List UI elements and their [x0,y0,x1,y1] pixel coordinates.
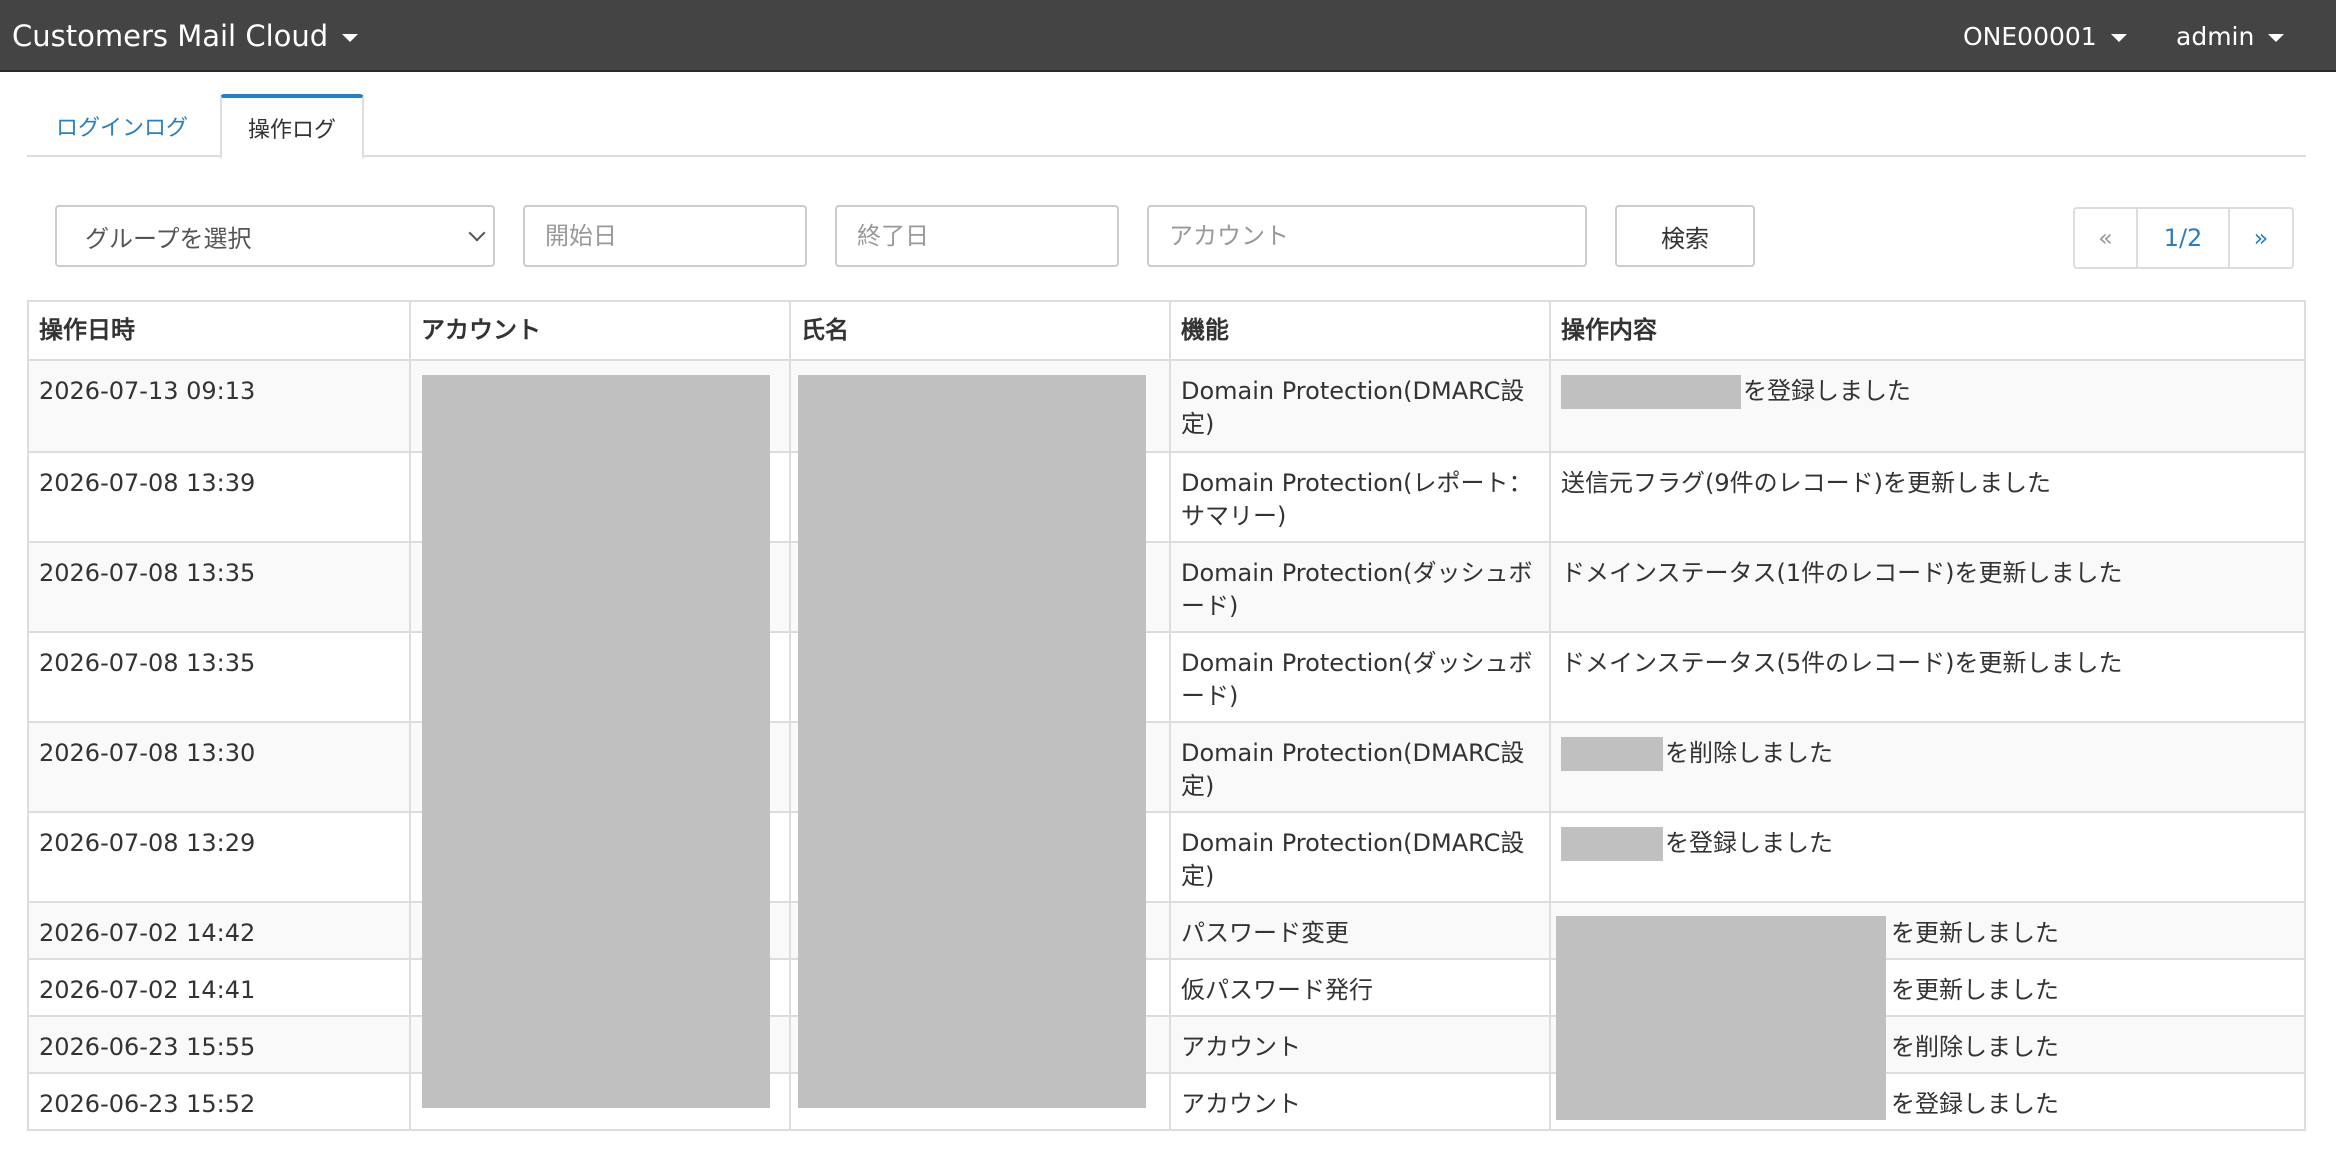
redacted-block [1561,375,1741,409]
cell-datetime: 2026-07-08 13:29 [39,829,256,857]
redacted-name-column [798,375,1146,1108]
tenant-label: ONE00001 [1963,21,2097,51]
header-datetime: 操作日時 [39,316,135,344]
start-date-input[interactable] [523,205,807,267]
tab-login-log[interactable]: ログインログ [27,94,217,157]
cell-datetime: 2026-07-02 14:41 [39,976,256,1004]
chevron-down-icon [2268,34,2285,42]
redacted-content-block [1556,916,1886,1120]
group-select-label: グループを選択 [85,224,252,253]
header-function: 機能 [1169,302,1549,359]
cell-datetime: 2026-07-13 09:13 [39,377,256,405]
log-tabs: ログインログ 操作ログ [27,94,2306,159]
brand-name: Customers Mail Cloud [12,19,329,53]
prev-page-button[interactable]: « [2075,209,2138,267]
header-account: アカウント [409,302,789,359]
cell-content: ドメインステータス(1件のレコード)を更新しました [1549,543,2304,631]
cell-content: を登録しました [1549,361,2304,451]
content-text: を更新しました [1891,919,2059,947]
table-row[interactable]: 2026-07-08 13:30 Domain Protection(DMARC… [29,721,2304,811]
end-date-input[interactable] [835,205,1119,267]
cell-content: を登録しました [1549,813,2304,901]
redacted-account-column [422,375,770,1108]
current-page[interactable]: 1/2 [2138,209,2230,267]
content-text: を更新しました [1891,976,2059,1004]
content-text: を登録しました [1743,377,1911,405]
cell-function: Domain Protection(ダッシュボード) [1169,633,1549,721]
cell-function: Domain Protection(DMARC設定) [1169,361,1549,451]
cell-datetime: 2026-07-08 13:30 [39,739,256,767]
cell-function: Domain Protection(DMARC設定) [1169,723,1549,811]
cell-content: 送信元フラグ(9件のレコード)を更新しました [1549,453,2304,541]
cell-datetime: 2026-06-23 15:52 [39,1090,256,1118]
cell-function: アカウント [1169,1074,1549,1129]
cell-content: ドメインステータス(5件のレコード)を更新しました [1549,633,2304,721]
table-row[interactable]: 2026-07-02 14:41 仮パスワード発行 を更新しました [29,958,2304,1015]
cell-content: を削除しました [1549,723,2304,811]
table-header: 操作日時 アカウント 氏名 機能 操作内容 [29,302,2304,361]
table-row[interactable]: 2026-07-02 14:42 パスワード変更 を更新しました [29,901,2304,958]
pagination: « 1/2 » [2073,207,2294,269]
cell-datetime: 2026-07-08 13:35 [39,559,256,587]
cell-function: Domain Protection(DMARC設定) [1169,813,1549,901]
table-row[interactable]: 2026-07-08 13:29 Domain Protection(DMARC… [29,811,2304,901]
cell-datetime: 2026-07-08 13:35 [39,649,256,677]
table-row[interactable]: 2026-07-08 13:39 Domain Protection(レポート：… [29,451,2304,541]
operation-log-table: 操作日時 アカウント 氏名 機能 操作内容 2026-07-13 09:13 D… [27,300,2306,1131]
content-text: を削除しました [1891,1033,2059,1061]
group-select[interactable]: グループを選択 [55,205,495,267]
content-text: を削除しました [1665,739,1833,767]
chevron-down-icon [342,34,359,42]
content-text: を登録しました [1891,1090,2059,1118]
cell-function: パスワード変更 [1169,903,1549,958]
account-input[interactable] [1147,205,1587,267]
header-content: 操作内容 [1549,302,2304,359]
cell-datetime: 2026-07-08 13:39 [39,469,256,497]
chevron-down-icon [2110,34,2127,42]
search-button[interactable]: 検索 [1615,205,1755,267]
header-name: 氏名 [789,302,1169,359]
table-row[interactable]: 2026-07-08 13:35 Domain Protection(ダッシュボ… [29,541,2304,631]
cell-datetime: 2026-06-23 15:55 [39,1033,256,1061]
brand-menu[interactable]: Customers Mail Cloud [12,0,359,72]
chevron-down-icon [468,224,486,242]
table-row[interactable]: 2026-07-08 13:35 Domain Protection(ダッシュボ… [29,631,2304,721]
redacted-block [1561,827,1663,861]
tab-operation-log[interactable]: 操作ログ [220,94,364,159]
top-navbar: Customers Mail Cloud ONE00001 admin [0,0,2336,72]
redacted-block [1561,737,1663,771]
cell-function: Domain Protection(ダッシュボード) [1169,543,1549,631]
next-page-button[interactable]: » [2230,209,2292,267]
cell-function: 仮パスワード発行 [1169,960,1549,1015]
table-row[interactable]: 2026-07-13 09:13 Domain Protection(DMARC… [29,361,2304,451]
cell-function: アカウント [1169,1017,1549,1072]
user-menu[interactable]: admin [2176,0,2285,72]
table-row[interactable]: 2026-06-23 15:55 アカウント を削除しました [29,1015,2304,1072]
tenant-menu[interactable]: ONE00001 [1963,0,2127,72]
user-label: admin [2176,21,2255,51]
cell-function: Domain Protection(レポート：サマリー) [1169,453,1549,541]
cell-datetime: 2026-07-02 14:42 [39,919,256,947]
table-row[interactable]: 2026-06-23 15:52 アカウント を登録しました [29,1072,2304,1129]
content-text: を登録しました [1665,829,1833,857]
